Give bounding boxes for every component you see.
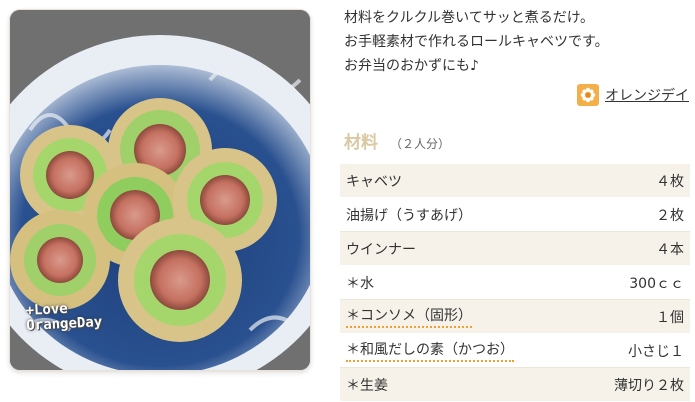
description-line: お弁当のおかずにも♪ xyxy=(344,58,479,74)
description-line: お手軽素材で作れるロールキャベツです。 xyxy=(344,34,609,50)
ingredients-table: キャベツ ４枚 油揚げ（うすあげ） ２枚 ウインナー ４本 ＊水 300ｃｃ ＊… xyxy=(340,164,690,402)
ingredient-row: ＊和風だしの素（かつお） 小さじ１ xyxy=(340,334,690,368)
author-link[interactable]: オレンジデイ xyxy=(605,85,689,105)
ingredient-name: ＊水 xyxy=(346,275,374,292)
photo-watermark: +Love OrangeDay xyxy=(25,300,102,334)
avatar-flower-icon[interactable] xyxy=(577,84,599,106)
ingredient-row: ウインナー ４本 xyxy=(340,232,690,266)
ingredient-row: ＊水 300ｃｃ xyxy=(340,266,690,300)
ingredient-name: ウインナー xyxy=(346,241,416,258)
ingredient-name: キャベツ xyxy=(346,173,402,190)
recipe-photo: +Love OrangeDay xyxy=(10,10,310,370)
ingredient-amount: ４枚 xyxy=(656,173,684,190)
ingredients-servings: （２人分） xyxy=(390,137,451,151)
ingredient-row: ＊生姜 薄切り２枚 xyxy=(340,368,690,402)
description-line: 材料をクルクル巻いてサッと煮るだけ。 xyxy=(344,10,595,26)
ingredient-name-link[interactable]: ＊コンソメ（固形） xyxy=(346,305,472,328)
recipe-description: 材料をクルクル巻いてサッと煮るだけ。 お手軽素材で作れるロールキャベツです。 お… xyxy=(344,6,695,78)
author-block[interactable]: オレンジデイ xyxy=(577,84,689,106)
ingredient-amount: 300ｃｃ xyxy=(629,275,684,292)
ingredient-amount: 薄切り２枚 xyxy=(614,377,684,394)
ingredient-name-link[interactable]: ＊和風だしの素（かつお） xyxy=(346,339,514,362)
ingredient-name: 油揚げ（うすあげ） xyxy=(346,207,472,224)
ingredient-amount: １個 xyxy=(656,309,684,326)
ingredient-name: ＊生姜 xyxy=(346,377,388,394)
ingredient-row: 油揚げ（うすあげ） ２枚 xyxy=(340,198,690,232)
recipe-info: 材料をクルクル巻いてサッと煮るだけ。 お手軽素材で作れるロールキャベツです。 お… xyxy=(340,0,695,402)
ingredient-amount: ４本 xyxy=(656,241,684,258)
ingredients-heading: 材料 （２人分） xyxy=(344,128,450,153)
ingredient-amount: 小さじ１ xyxy=(628,343,684,360)
ingredients-title: 材料 xyxy=(344,133,378,153)
ingredient-row: ＊コンソメ（固形） １個 xyxy=(340,300,690,334)
ingredient-row: キャベツ ４枚 xyxy=(340,164,690,198)
ingredient-amount: ２枚 xyxy=(656,207,684,224)
